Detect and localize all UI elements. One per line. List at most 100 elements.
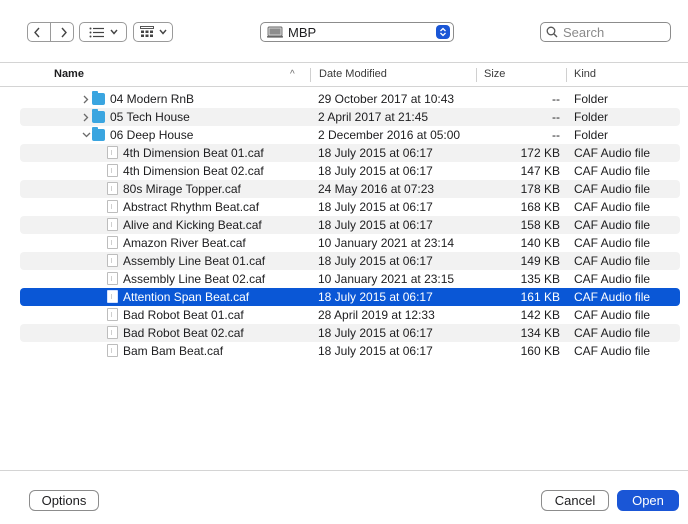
column-header-kind[interactable]: Kind bbox=[574, 63, 596, 86]
search-field[interactable]: Search bbox=[540, 22, 671, 42]
file-row[interactable]: 80s Mirage Topper.caf 24 May 2016 at 07:2… bbox=[20, 180, 680, 198]
file-row[interactable]: Bam Bam Beat.caf 18 July 2015 at 06:17 160… bbox=[20, 342, 680, 360]
file-list: 04 Modern RnB 29 October 2017 at 10:43 -- F… bbox=[20, 90, 680, 360]
column-header-size[interactable]: Size bbox=[484, 63, 505, 86]
row-size: 147 KB bbox=[520, 164, 560, 178]
file-row[interactable]: 4th Dimension Beat 02.caf 18 July 2015 at… bbox=[20, 162, 680, 180]
disclosure-closed-icon[interactable] bbox=[81, 90, 91, 108]
row-name: Alive and Kicking Beat.caf bbox=[123, 218, 262, 232]
view-mode-button[interactable] bbox=[79, 22, 127, 42]
column-header-name[interactable]: Name bbox=[54, 63, 84, 86]
location-label: MBP bbox=[288, 24, 317, 40]
chevron-down-icon bbox=[109, 29, 118, 35]
back-button[interactable] bbox=[28, 23, 45, 41]
row-date-modified: 2 December 2016 at 05:00 bbox=[318, 128, 461, 142]
row-name: Abstract Rhythm Beat.caf bbox=[123, 200, 260, 214]
folder-row[interactable]: 04 Modern RnB 29 October 2017 at 10:43 -- F… bbox=[20, 90, 680, 108]
file-row[interactable]: Attention Span Beat.caf 18 July 2015 at 0… bbox=[20, 288, 680, 306]
nav-button-group bbox=[27, 22, 74, 42]
folder-row[interactable]: 06 Deep House 2 December 2016 at 05:00 -- F… bbox=[20, 126, 680, 144]
file-row[interactable]: Assembly Line Beat 01.caf 18 July 2015 at… bbox=[20, 252, 680, 270]
file-row[interactable]: Assembly Line Beat 02.caf 10 January 2021… bbox=[20, 270, 680, 288]
chevron-right-icon bbox=[61, 27, 68, 37]
row-date-modified: 18 July 2015 at 06:17 bbox=[318, 254, 433, 268]
chevron-down-icon bbox=[158, 29, 167, 35]
row-size: 168 KB bbox=[520, 200, 560, 214]
audio-file-icon bbox=[107, 290, 118, 303]
file-row[interactable]: 4th Dimension Beat 01.caf 18 July 2015 at… bbox=[20, 144, 680, 162]
row-name: Amazon River Beat.caf bbox=[123, 236, 246, 250]
row-kind: CAF Audio file bbox=[574, 236, 651, 250]
audio-file-icon bbox=[107, 164, 118, 177]
row-kind: CAF Audio file bbox=[574, 146, 651, 160]
column-header: Name ^ Date Modified Size Kind bbox=[0, 62, 688, 87]
row-size: 135 KB bbox=[520, 272, 560, 286]
group-button[interactable] bbox=[133, 22, 173, 42]
audio-file-icon bbox=[107, 146, 118, 159]
row-kind: CAF Audio file bbox=[574, 182, 651, 196]
disclosure-closed-icon[interactable] bbox=[81, 108, 91, 126]
row-name: Attention Span Beat.caf bbox=[123, 290, 250, 304]
row-name: Bam Bam Beat.caf bbox=[123, 344, 224, 358]
location-popup[interactable]: MBP bbox=[260, 22, 454, 42]
row-kind: CAF Audio file bbox=[574, 272, 651, 286]
row-name: Assembly Line Beat 01.caf bbox=[123, 254, 266, 268]
row-name: 80s Mirage Topper.caf bbox=[123, 182, 241, 196]
up-down-chevron-icon bbox=[440, 27, 446, 37]
row-date-modified: 28 April 2019 at 12:33 bbox=[318, 308, 435, 322]
options-button[interactable]: Options bbox=[29, 490, 99, 511]
file-row[interactable]: Amazon River Beat.caf 10 January 2021 at … bbox=[20, 234, 680, 252]
row-date-modified: 18 July 2015 at 06:17 bbox=[318, 290, 433, 304]
footer-bar: Options Cancel Open bbox=[0, 470, 688, 524]
row-name: 06 Deep House bbox=[110, 128, 194, 142]
toolbar: MBP Search bbox=[0, 0, 688, 62]
column-divider[interactable] bbox=[310, 68, 311, 82]
row-kind: CAF Audio file bbox=[574, 254, 651, 268]
row-name: Assembly Line Beat 02.caf bbox=[123, 272, 266, 286]
disclosure-open-icon[interactable] bbox=[81, 126, 91, 144]
row-kind: Folder bbox=[574, 128, 609, 142]
folder-row[interactable]: 05 Tech House 2 April 2017 at 21:45 -- Fold… bbox=[20, 108, 680, 126]
row-date-modified: 10 January 2021 at 23:15 bbox=[318, 272, 455, 286]
file-row[interactable]: Abstract Rhythm Beat.caf 18 July 2015 at … bbox=[20, 198, 680, 216]
row-name: 4th Dimension Beat 01.caf bbox=[123, 146, 264, 160]
folder-icon bbox=[92, 109, 105, 123]
row-name: 4th Dimension Beat 02.caf bbox=[123, 164, 264, 178]
open-button[interactable]: Open bbox=[617, 490, 679, 511]
row-size: 140 KB bbox=[520, 236, 560, 250]
sort-ascending-icon[interactable]: ^ bbox=[290, 63, 295, 86]
file-row[interactable]: Bad Robot Beat 02.caf 18 July 2015 at 06:… bbox=[20, 324, 680, 342]
row-date-modified: 18 July 2015 at 06:17 bbox=[318, 344, 433, 358]
row-kind: CAF Audio file bbox=[574, 218, 651, 232]
row-date-modified: 18 July 2015 at 06:17 bbox=[318, 218, 433, 232]
row-name: 05 Tech House bbox=[110, 110, 190, 124]
row-kind: CAF Audio file bbox=[574, 290, 651, 304]
nav-divider bbox=[50, 23, 51, 41]
column-divider[interactable] bbox=[566, 68, 567, 82]
audio-file-icon bbox=[107, 272, 118, 285]
row-date-modified: 18 July 2015 at 06:17 bbox=[318, 164, 433, 178]
row-name: 04 Modern RnB bbox=[110, 92, 195, 106]
row-size: 161 KB bbox=[520, 290, 560, 304]
forward-button[interactable] bbox=[56, 23, 73, 41]
audio-file-icon bbox=[107, 236, 118, 249]
column-divider[interactable] bbox=[476, 68, 477, 82]
file-row[interactable]: Alive and Kicking Beat.caf 18 July 2015 a… bbox=[20, 216, 680, 234]
search-placeholder: Search bbox=[563, 24, 605, 40]
column-header-date[interactable]: Date Modified bbox=[319, 63, 387, 86]
location-stepper[interactable] bbox=[436, 25, 450, 39]
row-kind: Folder bbox=[574, 92, 609, 106]
row-size: 160 KB bbox=[520, 344, 560, 358]
row-kind: Folder bbox=[574, 110, 609, 124]
audio-file-icon bbox=[107, 344, 118, 357]
row-date-modified: 24 May 2016 at 07:23 bbox=[318, 182, 435, 196]
row-date-modified: 10 January 2021 at 23:14 bbox=[318, 236, 455, 250]
row-date-modified: 2 April 2017 at 21:45 bbox=[318, 110, 429, 124]
file-row[interactable]: Bad Robot Beat 01.caf 28 April 2019 at 12… bbox=[20, 306, 680, 324]
row-date-modified: 18 July 2015 at 06:17 bbox=[318, 146, 433, 160]
row-name: Bad Robot Beat 02.caf bbox=[123, 326, 244, 340]
cancel-button[interactable]: Cancel bbox=[541, 490, 609, 511]
search-icon bbox=[546, 26, 558, 38]
audio-file-icon bbox=[107, 218, 118, 231]
audio-file-icon bbox=[107, 182, 118, 195]
